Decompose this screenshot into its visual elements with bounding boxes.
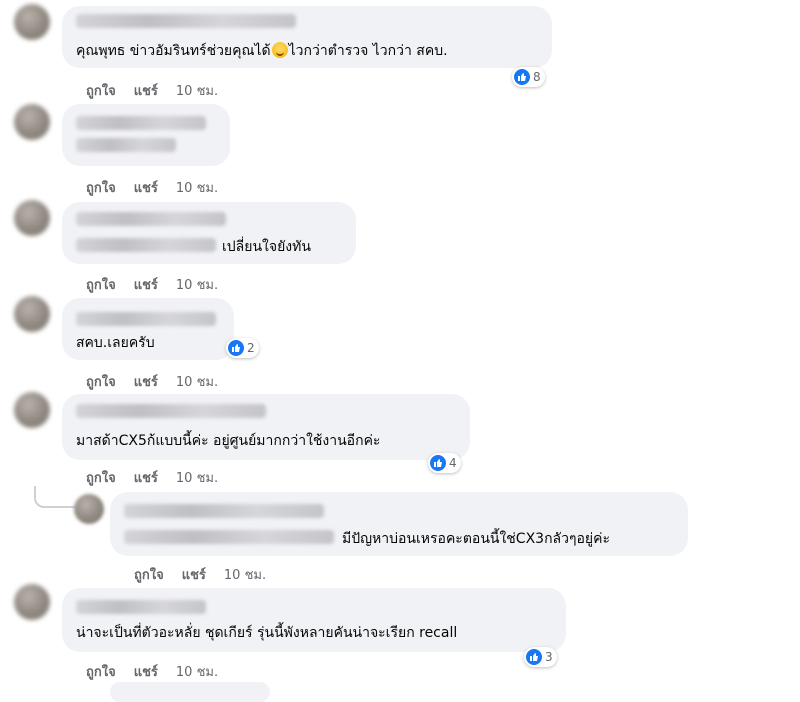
timestamp[interactable]: 10 ชม. bbox=[176, 471, 218, 486]
avatar[interactable] bbox=[14, 104, 50, 140]
comment-actions: ถูกใจ แชร์ 10 ชม. bbox=[86, 80, 236, 101]
avatar[interactable] bbox=[14, 200, 50, 236]
reply-thread-line bbox=[34, 486, 76, 508]
smiling-face-emoji-icon bbox=[271, 42, 288, 58]
reaction-count[interactable]: 2 bbox=[226, 338, 259, 358]
comment-bubble bbox=[62, 104, 230, 166]
avatar[interactable] bbox=[14, 392, 50, 428]
comment-bubble: เปลี่ยนใจยังทัน bbox=[62, 202, 356, 264]
comment-bubble: มีปัญหาบ่อนเหรอคะตอนนี้ใช่CX3กลัวๆอยู่ค่… bbox=[110, 492, 688, 556]
comment-text-blurred bbox=[76, 138, 176, 152]
avatar[interactable] bbox=[14, 4, 50, 40]
comment-text: คุณพุทธ ข่าวอัมรินทร์ช่วยคุณได้ ไวกว่าตำร… bbox=[76, 42, 448, 59]
share-button[interactable]: แชร์ bbox=[134, 84, 158, 99]
reaction-count[interactable]: 4 bbox=[428, 453, 461, 473]
commenter-name-blurred[interactable] bbox=[76, 14, 296, 28]
comment-text-blurred bbox=[124, 530, 334, 544]
comment-text: มีปัญหาบ่อนเหรอคะตอนนี้ใช่CX3กลัวๆอยู่ค่… bbox=[342, 531, 611, 547]
avatar[interactable] bbox=[14, 296, 50, 332]
share-button[interactable]: แชร์ bbox=[182, 568, 206, 583]
like-button[interactable]: ถูกใจ bbox=[86, 375, 116, 390]
commenter-name-blurred[interactable] bbox=[76, 600, 206, 614]
share-button[interactable]: แชร์ bbox=[134, 665, 158, 680]
comment-bubble: น่าจะเป็นที่ตัวอะหลั่ย ชุดเกียร์ รุ่นนี้… bbox=[62, 588, 566, 652]
like-button[interactable]: ถูกใจ bbox=[86, 84, 116, 99]
comment-text: น่าจะเป็นที่ตัวอะหลั่ย ชุดเกียร์ รุ่นนี้… bbox=[76, 625, 458, 641]
comment-bubble: คุณพุทธ ข่าวอัมรินทร์ช่วยคุณได้ ไวกว่าตำร… bbox=[62, 6, 552, 68]
comment-bubble: มาสด้าCX5ก้แบบนี้ค่ะ อยู่ศูนย์มากกว่าใช้… bbox=[62, 394, 470, 460]
comment-text: มาสด้าCX5ก้แบบนี้ค่ะ อยู่ศูนย์มากกว่าใช้… bbox=[76, 433, 381, 449]
comment-text: สคบ.เลยครับ bbox=[76, 335, 155, 351]
commenter-name-blurred[interactable] bbox=[76, 404, 266, 418]
timestamp[interactable]: 10 ชม. bbox=[224, 568, 266, 583]
comment-bubble: สคบ.เลยครับ bbox=[62, 298, 234, 360]
like-icon bbox=[526, 649, 542, 665]
commenter-name-blurred[interactable] bbox=[76, 116, 206, 130]
timestamp[interactable]: 10 ชม. bbox=[176, 375, 218, 390]
like-button[interactable]: ถูกใจ bbox=[86, 471, 116, 486]
share-button[interactable]: แชร์ bbox=[134, 375, 158, 390]
timestamp[interactable]: 10 ชม. bbox=[176, 665, 218, 680]
commenter-name-blurred[interactable] bbox=[76, 312, 216, 326]
comment-text-blurred bbox=[76, 238, 216, 252]
comment-bubble-partial bbox=[110, 682, 270, 702]
comment-actions: ถูกใจ แชร์ 10 ชม. bbox=[134, 564, 284, 585]
comment-text: เปลี่ยนใจยังทัน bbox=[222, 239, 311, 255]
share-button[interactable]: แชร์ bbox=[134, 181, 158, 196]
like-icon bbox=[228, 340, 244, 356]
like-button[interactable]: ถูกใจ bbox=[134, 568, 164, 583]
reaction-count[interactable]: 3 bbox=[524, 647, 557, 667]
comment-actions: ถูกใจ แชร์ 10 ชม. bbox=[86, 661, 236, 682]
reaction-count[interactable]: 8 bbox=[512, 67, 545, 87]
commenter-name-blurred[interactable] bbox=[76, 212, 226, 226]
timestamp[interactable]: 10 ชม. bbox=[176, 181, 218, 196]
like-button[interactable]: ถูกใจ bbox=[86, 278, 116, 293]
share-button[interactable]: แชร์ bbox=[134, 471, 158, 486]
timestamp[interactable]: 10 ชม. bbox=[176, 84, 218, 99]
comment-actions: ถูกใจ แชร์ 10 ชม. bbox=[86, 371, 236, 392]
like-icon bbox=[430, 455, 446, 471]
comment-actions: ถูกใจ แชร์ 10 ชม. bbox=[86, 177, 236, 198]
like-button[interactable]: ถูกใจ bbox=[86, 181, 116, 196]
comment-actions: ถูกใจ แชร์ 10 ชม. bbox=[86, 467, 236, 488]
share-button[interactable]: แชร์ bbox=[134, 278, 158, 293]
commenter-name-blurred[interactable] bbox=[124, 504, 324, 518]
timestamp[interactable]: 10 ชม. bbox=[176, 278, 218, 293]
like-icon bbox=[514, 69, 530, 85]
avatar[interactable] bbox=[14, 584, 50, 620]
comment-actions: ถูกใจ แชร์ 10 ชม. bbox=[86, 274, 236, 295]
avatar[interactable] bbox=[74, 494, 104, 524]
like-button[interactable]: ถูกใจ bbox=[86, 665, 116, 680]
